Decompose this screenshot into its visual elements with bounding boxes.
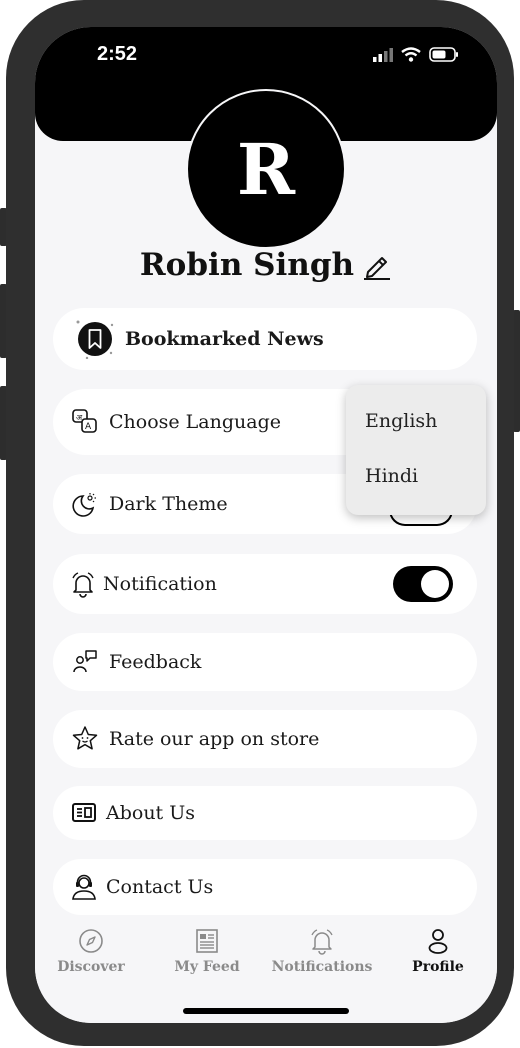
avatar-initial: R xyxy=(236,127,296,211)
language-option-english[interactable]: English xyxy=(365,410,437,432)
svg-text:A: A xyxy=(85,422,92,432)
avatar[interactable]: R xyxy=(186,89,346,249)
bell-icon xyxy=(69,570,97,598)
newspaper-icon xyxy=(196,929,218,953)
rate-app-item[interactable]: Rate our app on store xyxy=(53,710,477,768)
tab-profile[interactable]: Profile xyxy=(388,927,488,975)
screen: 2:52 R Robin Singh Bookmarked News अ A C… xyxy=(35,27,497,1023)
rate-app-label: Rate our app on store xyxy=(109,728,320,750)
toggle-knob xyxy=(421,570,449,598)
wifi-icon xyxy=(401,47,421,62)
compass-icon xyxy=(79,929,103,953)
bookmarked-news-item[interactable]: Bookmarked News xyxy=(53,308,477,370)
about-icon xyxy=(70,799,98,827)
about-us-item[interactable]: About Us xyxy=(53,786,477,840)
contact-us-item[interactable]: Contact Us xyxy=(53,859,477,915)
profile-name-row: Robin Singh xyxy=(35,247,497,283)
language-option-hindi[interactable]: Hindi xyxy=(365,465,418,487)
language-dropdown: English Hindi xyxy=(346,385,486,515)
bookmark-icon xyxy=(75,319,115,359)
notification-label: Notification xyxy=(103,573,217,595)
headset-icon xyxy=(70,873,98,901)
home-indicator[interactable] xyxy=(183,1008,349,1014)
bell-outline-icon xyxy=(311,929,333,955)
dark-theme-label: Dark Theme xyxy=(109,493,228,515)
moon-icon xyxy=(71,490,99,518)
star-face-icon xyxy=(71,725,99,753)
contact-us-label: Contact Us xyxy=(106,876,214,898)
notification-toggle[interactable] xyxy=(393,566,453,602)
tab-my-feed-label: My Feed xyxy=(174,959,240,975)
tab-profile-label: Profile xyxy=(412,959,464,975)
power-button xyxy=(513,310,520,432)
translate-icon: अ A xyxy=(71,408,99,436)
feedback-icon xyxy=(71,648,99,676)
status-icons xyxy=(373,47,459,62)
status-time: 2:52 xyxy=(97,43,138,65)
battery-icon xyxy=(429,47,458,62)
tab-discover-label: Discover xyxy=(57,959,125,975)
feedback-label: Feedback xyxy=(109,651,202,673)
edit-pencil-icon[interactable] xyxy=(362,250,392,280)
about-us-label: About Us xyxy=(106,802,195,824)
notification-item[interactable]: Notification xyxy=(53,554,477,614)
bookmarked-news-label: Bookmarked News xyxy=(125,328,324,350)
tab-discover[interactable]: Discover xyxy=(41,927,141,975)
tab-my-feed[interactable]: My Feed xyxy=(157,927,257,975)
tab-notifications[interactable]: Notifications xyxy=(272,927,372,975)
notch xyxy=(171,27,363,65)
profile-name: Robin Singh xyxy=(139,247,355,283)
signal-icon xyxy=(373,47,393,62)
phone-frame: 2:52 R Robin Singh Bookmarked News अ A C… xyxy=(6,0,514,1046)
tab-notifications-label: Notifications xyxy=(271,959,373,975)
choose-language-label: Choose Language xyxy=(109,411,282,433)
feedback-item[interactable]: Feedback xyxy=(53,633,477,691)
person-icon xyxy=(428,929,448,954)
